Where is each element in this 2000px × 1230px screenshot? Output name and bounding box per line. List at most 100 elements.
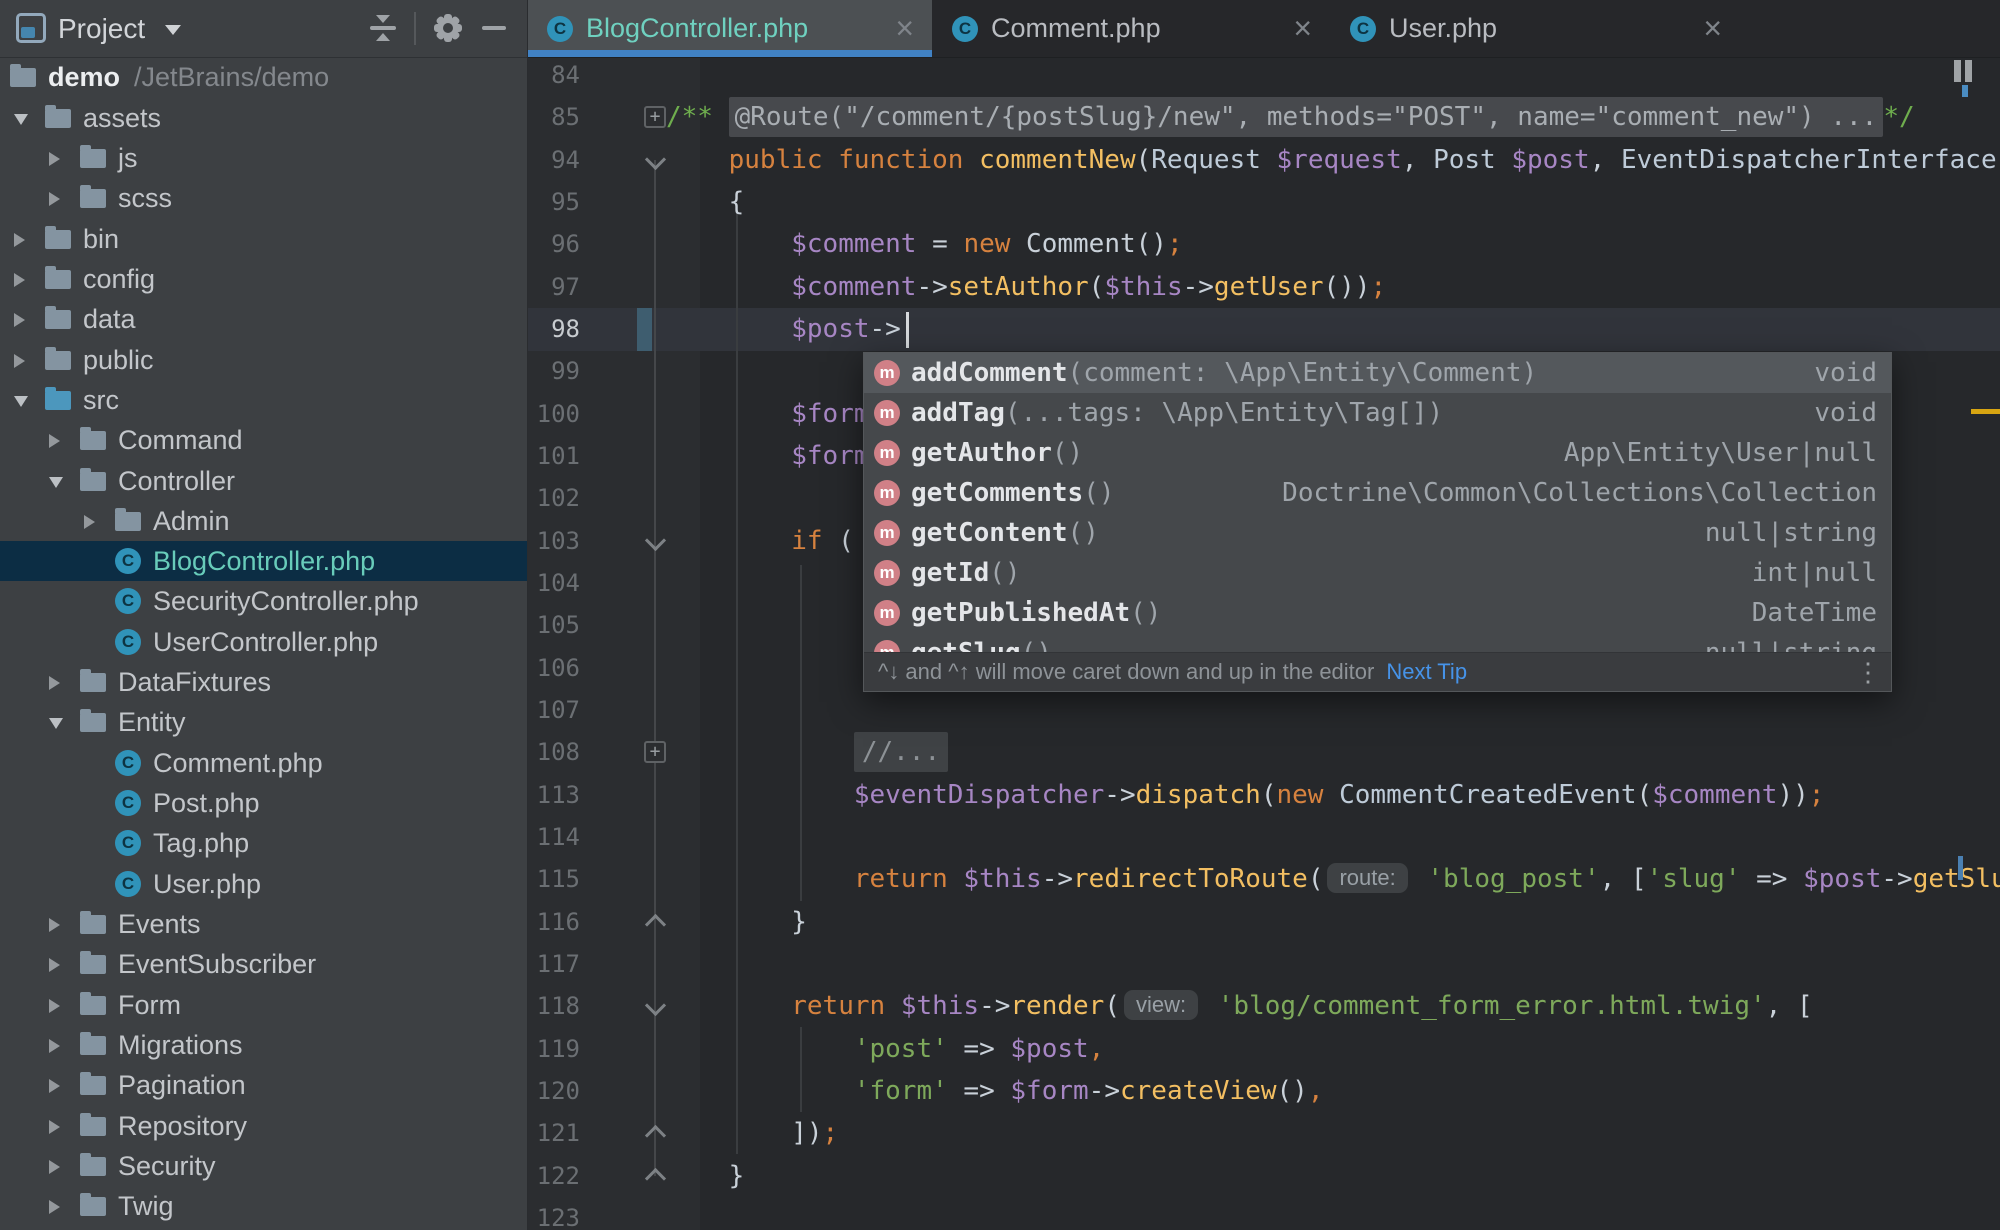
tree-item-usercontroller-php[interactable]: CUserController.php xyxy=(0,622,527,662)
tree-item-assets[interactable]: assets xyxy=(0,98,527,138)
tree-item-user-php[interactable]: CUser.php xyxy=(0,864,527,904)
code-line[interactable]: /** @Route("/comment/{postSlug}/new", me… xyxy=(666,96,2000,139)
tree-item-partial[interactable] xyxy=(0,1227,527,1230)
fold-plus-icon[interactable]: + xyxy=(644,106,666,128)
code-line[interactable] xyxy=(666,689,2000,732)
tree-item-post-php[interactable]: CPost.php xyxy=(0,783,527,823)
code-line[interactable]: //... xyxy=(666,731,2000,774)
code-line[interactable]: public function commentNew(Request $requ… xyxy=(666,139,2000,182)
code-line[interactable]: $eventDispatcher->dispatch(new CommentCr… xyxy=(666,774,2000,817)
chevron-collapsed-icon[interactable] xyxy=(49,999,60,1013)
tree-item-tag-php[interactable]: CTag.php xyxy=(0,823,527,863)
line-number[interactable]: 108 xyxy=(527,731,580,774)
completion-item-getPublishedAt[interactable]: mgetPublishedAt()DateTime xyxy=(864,593,1891,633)
code-line[interactable]: $comment = new Comment(); xyxy=(666,223,2000,266)
close-icon[interactable]: × xyxy=(1293,0,1312,57)
code-line[interactable]: 'form' => $form->createView(), xyxy=(666,1070,2000,1113)
tree-item-eventsubscriber[interactable]: EventSubscriber xyxy=(0,944,527,984)
line-number[interactable]: 115 xyxy=(527,858,580,901)
chevron-expanded-icon[interactable] xyxy=(49,718,63,729)
chevron-collapsed-icon[interactable] xyxy=(14,313,25,327)
code-line[interactable]: return $this->redirectToRoute(route: 'bl… xyxy=(666,858,2000,901)
chevron-collapsed-icon[interactable] xyxy=(49,958,60,972)
chevron-collapsed-icon[interactable] xyxy=(49,676,60,690)
code-line[interactable]: $post-> xyxy=(666,308,2000,351)
chevron-collapsed-icon[interactable] xyxy=(49,152,60,166)
code-line[interactable]: 'post' => $post, xyxy=(666,1028,2000,1071)
chevron-collapsed-icon[interactable] xyxy=(49,1200,60,1214)
close-icon[interactable]: × xyxy=(895,0,914,57)
fold-plus-icon[interactable]: + xyxy=(644,741,666,763)
line-number[interactable]: 118 xyxy=(527,985,580,1028)
collapse-all-icon[interactable] xyxy=(368,13,398,43)
tree-item-twig[interactable]: Twig xyxy=(0,1186,527,1226)
line-number[interactable]: 101 xyxy=(527,435,580,478)
completion-item-getContent[interactable]: mgetContent()null|string xyxy=(864,513,1891,553)
line-number[interactable]: 95 xyxy=(527,181,580,224)
tree-item-bin[interactable]: bin xyxy=(0,219,527,259)
kebab-menu-icon[interactable]: ⋮ xyxy=(1855,653,1881,691)
stripe-mark-info[interactable] xyxy=(1958,856,1963,880)
tree-item-entity[interactable]: Entity xyxy=(0,702,527,742)
tree-item-src[interactable]: src xyxy=(0,380,527,420)
chevron-collapsed-icon[interactable] xyxy=(84,515,95,529)
tree-item-command[interactable]: Command xyxy=(0,420,527,460)
line-number[interactable]: 100 xyxy=(527,393,580,436)
line-number[interactable]: 122 xyxy=(527,1155,580,1198)
stripe-mark-info[interactable] xyxy=(1962,85,1968,97)
next-tip-link[interactable]: Next Tip xyxy=(1386,653,1467,691)
line-number[interactable]: 106 xyxy=(527,647,580,690)
tab-comment-php[interactable]: CComment.php× xyxy=(932,0,1330,57)
chevron-collapsed-icon[interactable] xyxy=(49,1039,60,1053)
chevron-down-icon[interactable] xyxy=(165,25,181,35)
completion-item-getAuthor[interactable]: mgetAuthor()App\Entity\User|null xyxy=(864,433,1891,473)
code-line[interactable] xyxy=(666,816,2000,859)
code-line[interactable]: } xyxy=(666,1155,2000,1198)
project-view-switcher[interactable]: Project xyxy=(58,0,145,57)
line-number[interactable]: 104 xyxy=(527,562,580,605)
tree-item-scss[interactable]: scss xyxy=(0,178,527,218)
chevron-expanded-icon[interactable] xyxy=(14,396,28,407)
tree-item-securitycontroller-php[interactable]: CSecurityController.php xyxy=(0,581,527,621)
tree-item-controller[interactable]: Controller xyxy=(0,461,527,501)
close-icon[interactable]: × xyxy=(1703,0,1722,57)
reader-mode-icon[interactable] xyxy=(1965,60,1972,82)
completion-item-getId[interactable]: mgetId()int|null xyxy=(864,553,1891,593)
folded-region[interactable]: //... xyxy=(854,732,948,772)
completion-item-addComment[interactable]: maddComment(comment: \App\Entity\Comment… xyxy=(864,353,1891,393)
tree-item-security[interactable]: Security xyxy=(0,1146,527,1186)
code-line[interactable]: $comment->setAuthor($this->getUser()); xyxy=(666,266,2000,309)
code-line[interactable] xyxy=(666,943,2000,986)
tree-item-config[interactable]: config xyxy=(0,259,527,299)
line-number[interactable]: 103 xyxy=(527,520,580,563)
line-number[interactable]: 120 xyxy=(527,1070,580,1113)
tree-item-datafixtures[interactable]: DataFixtures xyxy=(0,662,527,702)
line-number[interactable]: 121 xyxy=(527,1112,580,1155)
tab-user-php[interactable]: CUser.php× xyxy=(1330,0,1740,57)
chevron-collapsed-icon[interactable] xyxy=(14,354,25,368)
completion-item-getComments[interactable]: mgetComments()Doctrine\Common\Collection… xyxy=(864,473,1891,513)
chevron-expanded-icon[interactable] xyxy=(49,477,63,488)
tree-item-pagination[interactable]: Pagination xyxy=(0,1065,527,1105)
line-number[interactable]: 114 xyxy=(527,816,580,859)
line-number[interactable]: 98 xyxy=(527,308,580,351)
line-number[interactable]: 84 xyxy=(527,54,580,97)
line-number[interactable]: 85 xyxy=(527,96,580,139)
code-line[interactable]: ]); xyxy=(666,1112,2000,1155)
line-number[interactable]: 96 xyxy=(527,223,580,266)
line-number[interactable]: 102 xyxy=(527,477,580,520)
chevron-collapsed-icon[interactable] xyxy=(14,273,25,287)
line-number[interactable]: 117 xyxy=(527,943,580,986)
chevron-collapsed-icon[interactable] xyxy=(49,1120,60,1134)
tree-item-comment-php[interactable]: CComment.php xyxy=(0,743,527,783)
code-line[interactable]: } xyxy=(666,901,2000,944)
chevron-expanded-icon[interactable] xyxy=(14,114,28,125)
chevron-collapsed-icon[interactable] xyxy=(14,233,25,247)
stripe-mark-warning[interactable] xyxy=(1971,409,2000,414)
tree-item-data[interactable]: data xyxy=(0,299,527,339)
chevron-collapsed-icon[interactable] xyxy=(49,918,60,932)
tree-item-public[interactable]: public xyxy=(0,340,527,380)
tree-item-repository[interactable]: Repository xyxy=(0,1106,527,1146)
folded-region[interactable]: @Route("/comment/{postSlug}/new", method… xyxy=(729,97,1884,137)
chevron-collapsed-icon[interactable] xyxy=(49,434,60,448)
